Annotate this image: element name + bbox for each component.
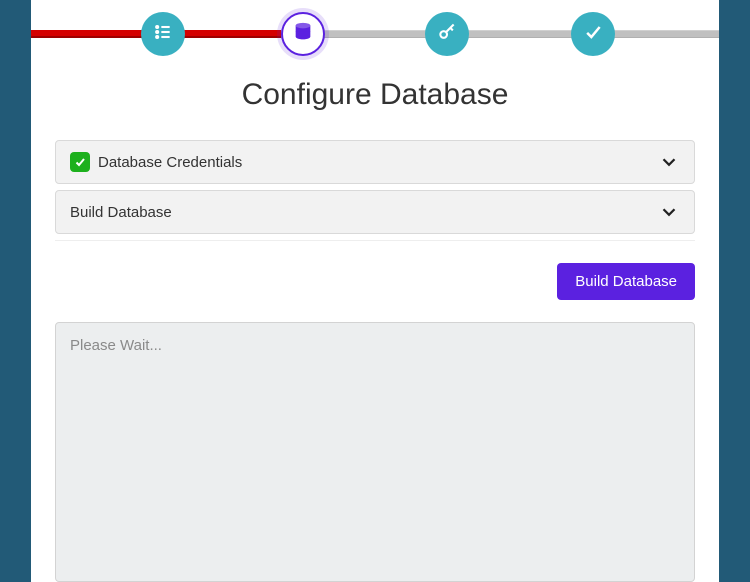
stepper [31, 0, 719, 60]
key-icon [437, 22, 457, 47]
chevron-down-icon [658, 151, 680, 173]
step-2-current[interactable] [281, 12, 325, 56]
step-4[interactable] [571, 12, 615, 56]
output-placeholder-text: Please Wait... [70, 337, 162, 354]
accordion-build-header[interactable]: Build Database [55, 190, 695, 234]
build-database-button[interactable]: Build Database [557, 263, 695, 300]
step-1[interactable] [141, 12, 185, 56]
accordion-build-title: Build Database [70, 204, 172, 221]
step-3[interactable] [425, 12, 469, 56]
list-icon [153, 22, 173, 47]
database-icon [292, 21, 314, 48]
build-button-row: Build Database [55, 263, 695, 300]
main-panel: Configure Database Database Credentials … [31, 0, 719, 582]
accordion-header-left: Build Database [70, 204, 172, 221]
page-title: Configure Database [31, 78, 719, 112]
accordion-credentials-title: Database Credentials [98, 154, 242, 171]
accordion-credentials-header[interactable]: Database Credentials [55, 140, 695, 184]
accordion-credentials: Database Credentials [55, 140, 695, 184]
check-icon [583, 22, 603, 47]
check-badge-icon [70, 152, 90, 172]
build-section-body: Build Database Please Wait... [55, 240, 695, 582]
chevron-down-icon [658, 201, 680, 223]
accordion-header-left: Database Credentials [70, 152, 242, 172]
output-box: Please Wait... [55, 322, 695, 582]
accordion-build: Build Database [55, 190, 695, 234]
